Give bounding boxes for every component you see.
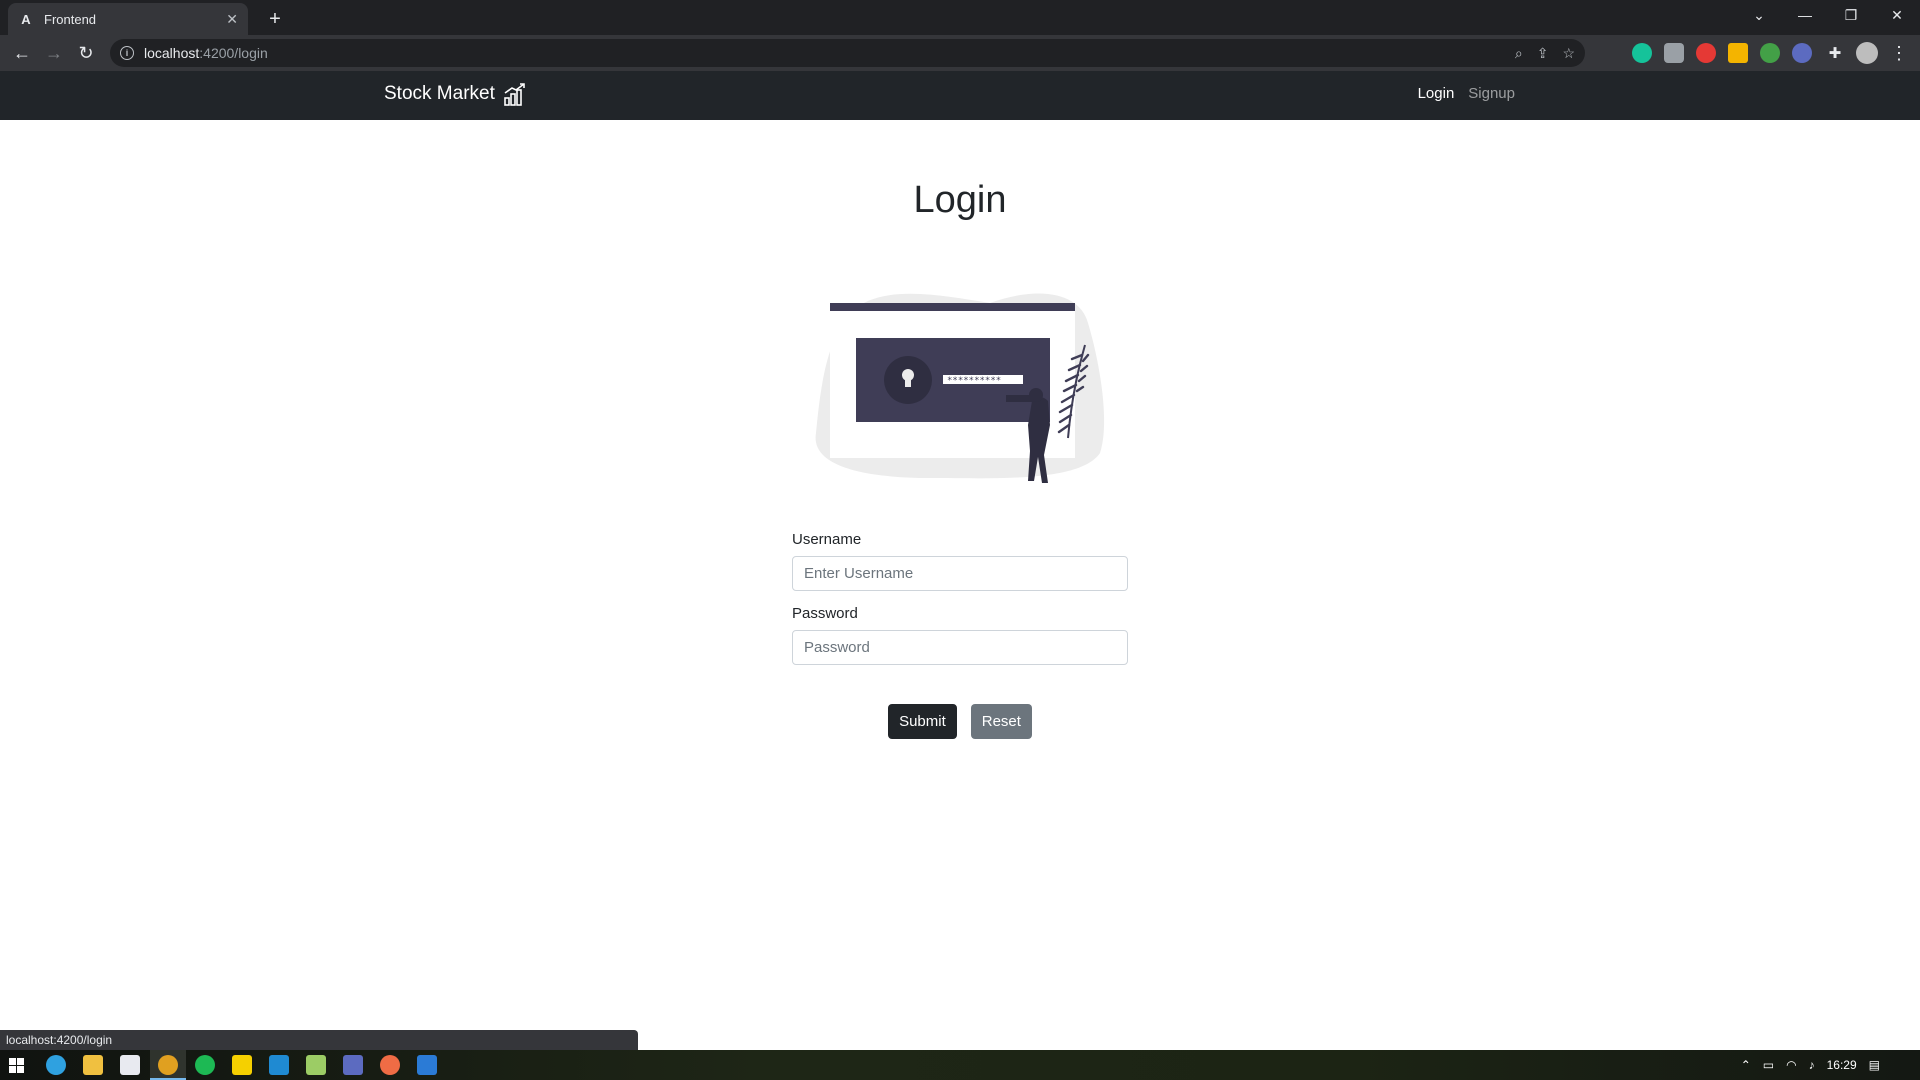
back-button[interactable]: ←: [9, 40, 35, 66]
url-path: :4200/login: [199, 45, 268, 61]
address-bar[interactable]: i localhost:4200/login ⌕ ⇪ ☆: [110, 39, 1585, 67]
browser-tab[interactable]: A Frontend ✕: [8, 3, 248, 35]
reload-button[interactable]: ↻: [73, 40, 99, 66]
site-info-icon[interactable]: i: [120, 46, 134, 60]
sticky-notes-taskbar-icon[interactable]: [232, 1055, 252, 1075]
app-taskbar-icon[interactable]: [343, 1055, 363, 1075]
chrome-taskbar-icon[interactable]: [158, 1055, 178, 1075]
globe-extension-icon[interactable]: [1792, 43, 1812, 63]
share-icon[interactable]: ⇪: [1537, 45, 1549, 62]
browser-tabstrip: A Frontend ✕ + ⌄ — ❐ ✕: [0, 0, 1920, 35]
username-input[interactable]: [792, 556, 1128, 591]
submit-button[interactable]: Submit: [888, 704, 957, 739]
login-form: Username Password: [792, 531, 1128, 665]
battery-icon[interactable]: ▭: [1763, 1058, 1774, 1072]
extensions-puzzle-icon[interactable]: ✚: [1822, 40, 1848, 66]
camera-extension-icon[interactable]: [1664, 43, 1684, 63]
form-actions: Submit Reset: [0, 704, 1920, 739]
minimize-button[interactable]: —: [1782, 0, 1828, 30]
zoom-icon[interactable]: ⌕: [1515, 45, 1523, 62]
wifi-icon[interactable]: ◠: [1786, 1058, 1796, 1072]
photos-taskbar-icon[interactable]: [417, 1055, 437, 1075]
field-gap: [792, 591, 1128, 605]
grammarly-extension-icon[interactable]: [1632, 43, 1652, 63]
login-illustration: **********: [815, 293, 1105, 483]
brand-text: Stock Market: [384, 83, 495, 104]
stock-chart-icon: [504, 83, 525, 106]
page-viewport: Stock Market Login Signup Login ********…: [0, 71, 1920, 1050]
forward-button[interactable]: →: [41, 40, 67, 66]
close-tab-icon[interactable]: ✕: [226, 11, 238, 28]
vscode-taskbar-icon[interactable]: [269, 1055, 289, 1075]
notifications-icon[interactable]: ▤: [1869, 1058, 1880, 1072]
red-extension-icon[interactable]: [1696, 43, 1716, 63]
file-explorer-taskbar-icon[interactable]: [83, 1055, 103, 1075]
omnibox-icons: ⌕ ⇪ ☆: [1515, 39, 1575, 67]
page-title: Login: [913, 179, 1007, 221]
password-label: Password: [792, 605, 858, 622]
app-navbar: Stock Market Login Signup: [0, 71, 1920, 120]
system-tray: ⌃ ▭ ◠ ♪ 16:29 ▤: [1741, 1050, 1880, 1080]
status-bubble-url: localhost:4200/login: [0, 1030, 638, 1050]
password-input[interactable]: [792, 630, 1128, 665]
show-hidden-icons-chevron-icon[interactable]: ⌃: [1741, 1058, 1751, 1072]
notepad-taskbar-icon[interactable]: [306, 1055, 326, 1075]
profile-avatar[interactable]: [1856, 42, 1878, 64]
nav-login-link[interactable]: Login: [1418, 85, 1455, 102]
close-window-button[interactable]: ✕: [1874, 0, 1920, 30]
edge-taskbar-icon[interactable]: [46, 1055, 66, 1075]
tab-title: Frontend: [44, 11, 97, 27]
volume-icon[interactable]: ♪: [1809, 1058, 1815, 1072]
tree-extension-icon[interactable]: [1760, 43, 1780, 63]
url-host: localhost: [144, 45, 200, 61]
angular-favicon-icon: A: [21, 11, 31, 27]
postman-taskbar-icon[interactable]: [380, 1055, 400, 1075]
bookmark-star-icon[interactable]: ☆: [1562, 45, 1575, 62]
reset-button[interactable]: Reset: [970, 704, 1032, 739]
spotify-taskbar-icon[interactable]: [195, 1055, 215, 1075]
windows-taskbar: ⌃ ▭ ◠ ♪ 16:29 ▤: [0, 1050, 1920, 1080]
new-tab-button[interactable]: +: [262, 6, 288, 32]
tab-search-chevron-icon[interactable]: ⌄: [1736, 0, 1782, 30]
windows-start-icon[interactable]: [9, 1058, 24, 1073]
menu-kebab-icon[interactable]: ⋮: [1886, 40, 1912, 66]
svg-text:**********: **********: [947, 376, 1001, 386]
nav-signup-link[interactable]: Signup: [1468, 85, 1515, 102]
navbar-links: Login Signup: [1418, 85, 1515, 102]
w-extension-icon[interactable]: [1728, 43, 1748, 63]
clock-time[interactable]: 16:29: [1827, 1058, 1857, 1072]
store-taskbar-icon[interactable]: [120, 1055, 140, 1075]
navbar-brand[interactable]: Stock Market: [384, 82, 526, 106]
restore-button[interactable]: ❐: [1828, 0, 1874, 30]
username-label: Username: [792, 531, 862, 548]
browser-toolbar: ← → ↻ i localhost:4200/login ⌕ ⇪ ☆ ✚ ⋮: [0, 35, 1920, 71]
